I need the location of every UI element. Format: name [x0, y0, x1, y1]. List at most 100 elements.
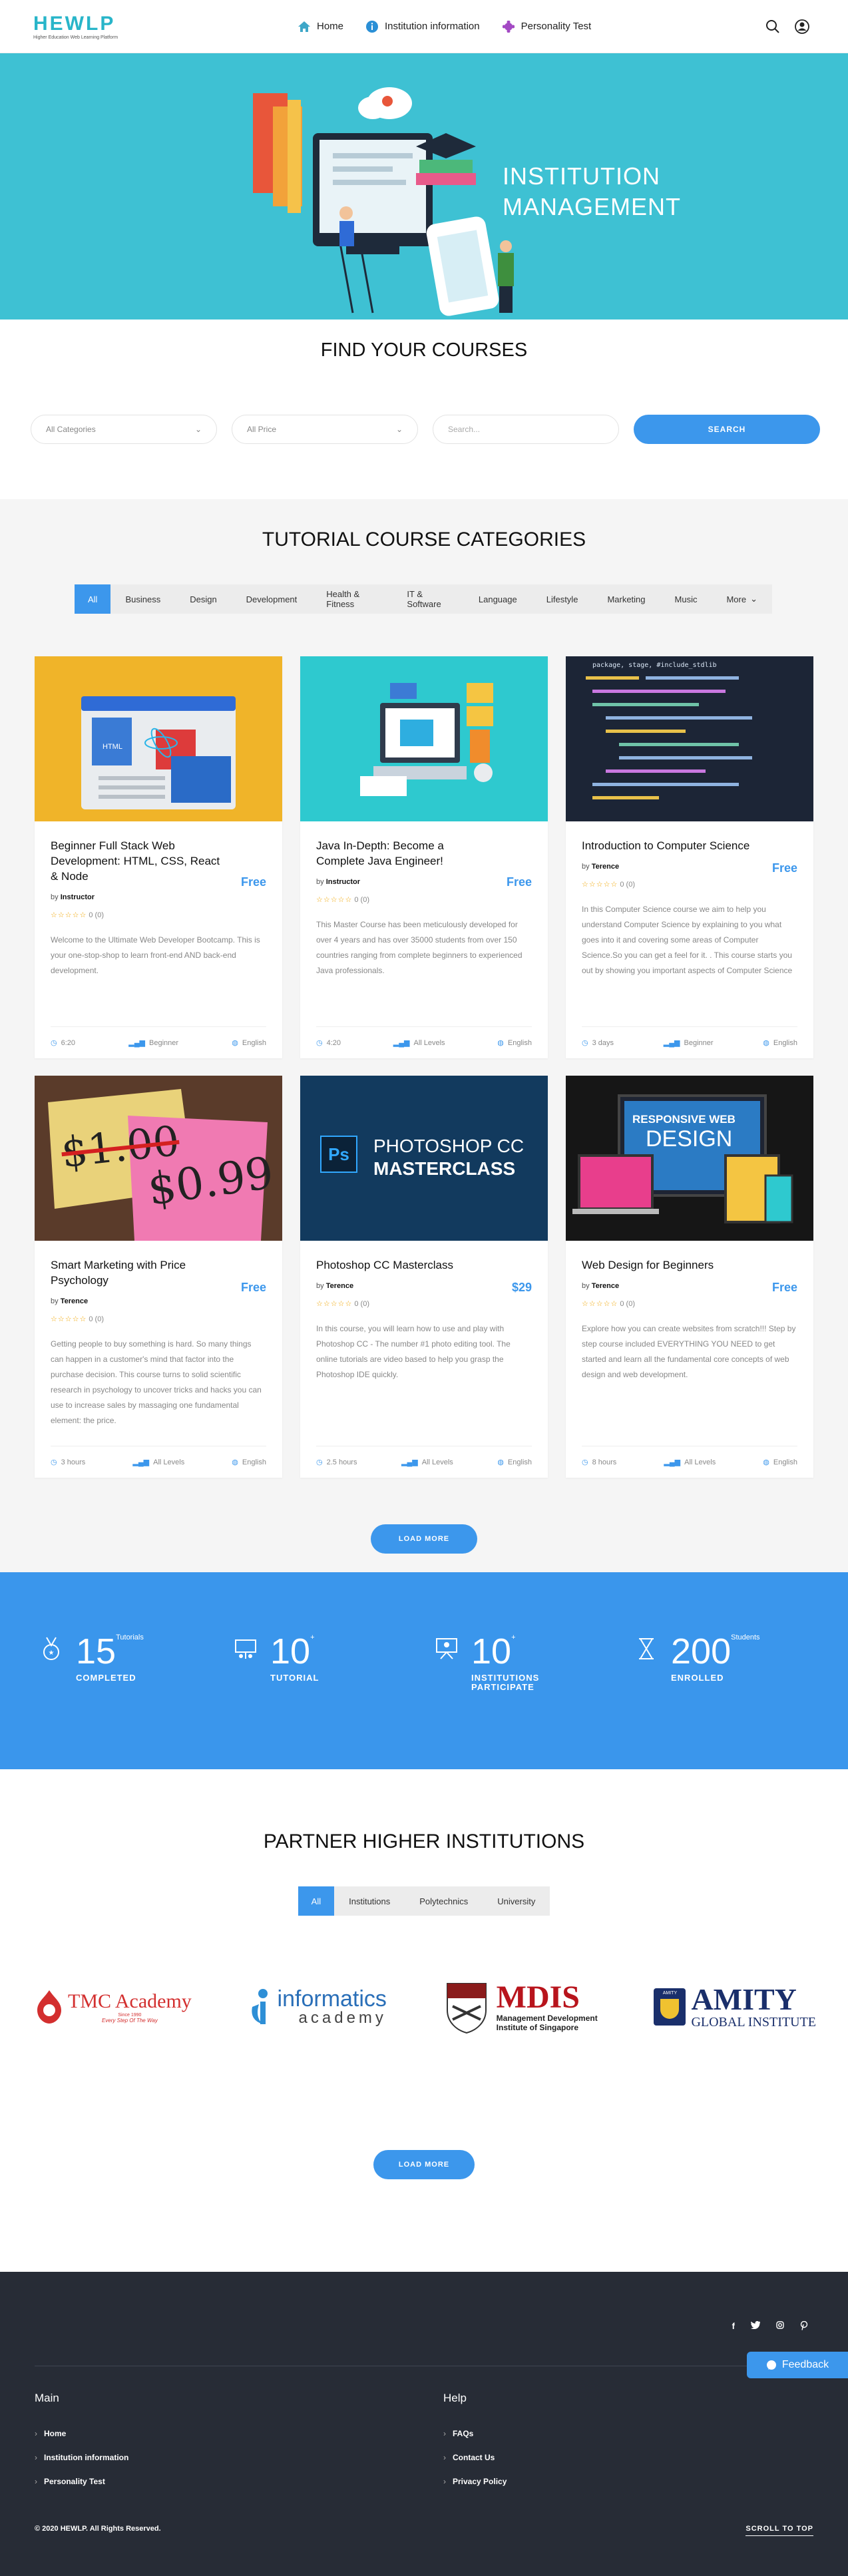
course-language: ◍ English: [232, 1038, 266, 1048]
hourglass-icon: [639, 1638, 654, 1659]
mdis-name: MDIS: [496, 1980, 580, 2015]
tutorial-title: TUTORIAL COURSE CATEGORIES: [262, 529, 586, 550]
mdis-logo[interactable]: MDIS Management Development Institute of…: [443, 1977, 598, 2037]
tab-university[interactable]: University: [483, 1886, 550, 1916]
duration-value: 6:20: [61, 1038, 76, 1047]
nav-institution-information[interactable]: Institution information: [366, 20, 480, 33]
twitter-icon[interactable]: [750, 2321, 761, 2332]
course-title[interactable]: Smart Marketing with Price Psychology: [51, 1257, 266, 1288]
course-level: ▂▄▆ Beginner: [128, 1038, 179, 1048]
tab-language[interactable]: Language: [464, 584, 532, 614]
html-badge: HTML: [103, 743, 122, 751]
footer-link-home[interactable]: › Home: [35, 2429, 128, 2438]
course-card[interactable]: $1.00 $0.99 Smart Marketing with Price P…: [35, 1076, 282, 1478]
tab-health-fitness[interactable]: Health & Fitness: [312, 584, 392, 614]
course-title[interactable]: Introduction to Computer Science: [582, 838, 797, 853]
course-card[interactable]: Java In-Depth: Become a Complete Java En…: [300, 656, 548, 1058]
site-logo[interactable]: HEWLP Higher Education Web Learning Plat…: [33, 13, 118, 40]
tab-lifestyle[interactable]: Lifestyle: [532, 584, 593, 614]
course-search-input[interactable]: Search...: [433, 415, 619, 444]
tab-institutions[interactable]: Institutions: [334, 1886, 405, 1916]
course-card[interactable]: RESPONSIVE WEB DESIGN Web Design for Beg…: [566, 1076, 813, 1478]
course-title[interactable]: Beginner Full Stack Web Development: HTM…: [51, 838, 266, 884]
course-duration: ◷ 6:20: [51, 1038, 76, 1048]
site-header: HEWLP Higher Education Web Learning Plat…: [0, 0, 848, 53]
instagram-icon[interactable]: [776, 2321, 784, 2332]
responsive-banner-line2: DESIGN: [646, 1126, 733, 1152]
course-thumbnail[interactable]: $1.00 $0.99: [35, 1076, 282, 1241]
footer-help-column: Help › FAQs › Contact Us › Privacy Policy: [443, 2392, 507, 2501]
load-more-courses-button[interactable]: LOAD MORE: [371, 1524, 477, 1554]
course-thumbnail[interactable]: package, stage, #include_stdlib: [566, 656, 813, 821]
tab-marketing[interactable]: Marketing: [592, 584, 660, 614]
pinterest-icon[interactable]: [800, 2320, 808, 2332]
level-value: Beginner: [149, 1038, 179, 1047]
language-value: English: [242, 1038, 266, 1047]
level-bars-icon: ▂▄▆: [663, 1039, 680, 1047]
price-select-value: All Price: [247, 425, 277, 434]
course-card[interactable]: HTML Beginner Full Stack Web Development…: [35, 656, 282, 1058]
rating-count: 0 (0): [354, 896, 369, 904]
course-price: Free: [771, 1281, 797, 1294]
clock-icon: ◷: [316, 1039, 323, 1047]
footer-link-institution[interactable]: › Institution information: [35, 2453, 128, 2462]
tab-all[interactable]: All: [75, 584, 111, 614]
footer-link-privacy[interactable]: › Privacy Policy: [443, 2477, 507, 2486]
course-card[interactable]: Ps PHOTOSHOP CC MASTERCLASS Photoshop CC…: [300, 1076, 548, 1478]
author-name: Terence: [591, 1282, 620, 1290]
footer-link-contact[interactable]: › Contact Us: [443, 2453, 507, 2462]
facebook-icon[interactable]: f: [732, 2321, 735, 2332]
search-button[interactable]: SEARCH: [634, 415, 820, 444]
course-level: ▂▄▆ All Levels: [664, 1458, 716, 1467]
course-thumbnail[interactable]: Ps PHOTOSHOP CC MASTERCLASS: [300, 1076, 548, 1241]
presentation-icon: [436, 1638, 457, 1659]
tab-business[interactable]: Business: [110, 584, 175, 614]
nav-home[interactable]: Home: [298, 21, 343, 32]
price-select[interactable]: All Price ⌄: [232, 415, 418, 444]
course-title[interactable]: Web Design for Beginners: [582, 1257, 797, 1273]
tab-music[interactable]: Music: [660, 584, 712, 614]
puzzle-icon: [502, 20, 515, 33]
tab-it-software[interactable]: IT & Software: [392, 584, 463, 614]
tab-all[interactable]: All: [298, 1886, 335, 1916]
scroll-to-top-link[interactable]: SCROLL TO TOP: [745, 2525, 813, 2536]
user-icon[interactable]: [795, 19, 809, 34]
clock-icon: ◷: [316, 1458, 323, 1466]
tab-design[interactable]: Design: [175, 584, 231, 614]
footer-link-label: Home: [44, 2429, 67, 2438]
categories-select[interactable]: All Categories ⌄: [31, 415, 217, 444]
tmc-name: TMC Academy: [68, 1990, 192, 2012]
language-value: English: [507, 1458, 532, 1466]
nav-personality-test[interactable]: Personality Test: [502, 20, 591, 33]
tmc-academy-logo[interactable]: TMC Academy Since 1990 Every Step Of The…: [35, 1977, 192, 2037]
course-meta: ◷ 2.5 hours ▂▄▆ All Levels ◍ English: [316, 1446, 532, 1478]
course-thumbnail[interactable]: RESPONSIVE WEB DESIGN: [566, 1076, 813, 1241]
footer-link-faqs[interactable]: › FAQs: [443, 2429, 507, 2438]
language-value: English: [773, 1038, 797, 1047]
course-thumbnail[interactable]: HTML: [35, 656, 282, 821]
star-rating-icon: ☆☆☆☆☆: [51, 911, 87, 919]
rating-count: 0 (0): [354, 1300, 369, 1308]
amity-name: AMITY: [691, 1982, 797, 2016]
tab-polytechnics[interactable]: Polytechnics: [405, 1886, 483, 1916]
course-card[interactable]: package, stage, #include_stdlib Introduc…: [566, 656, 813, 1058]
feedback-button[interactable]: Feedback: [747, 2352, 848, 2378]
load-more-partners-button[interactable]: LOAD MORE: [373, 2150, 475, 2179]
informatics-academy-logo[interactable]: informatics academy: [248, 1977, 387, 2037]
footer-link-personality[interactable]: › Personality Test: [35, 2477, 128, 2486]
course-language: ◍ English: [497, 1458, 532, 1467]
course-title[interactable]: Java In-Depth: Become a Complete Java En…: [316, 838, 532, 869]
tab-more[interactable]: More ⌄: [712, 584, 772, 614]
globe-icon: ◍: [497, 1458, 504, 1466]
course-thumbnail[interactable]: [300, 656, 548, 821]
tab-development[interactable]: Development: [232, 584, 312, 614]
course-title[interactable]: Photoshop CC Masterclass: [316, 1257, 532, 1273]
course-duration: ◷ 3 days: [582, 1038, 614, 1048]
chevron-right-icon: ›: [35, 2453, 37, 2462]
social-links: f: [732, 2320, 808, 2332]
amity-global-institute-logo[interactable]: AMITY AMITY GLOBAL INSTITUTE: [654, 1977, 816, 2037]
chevron-right-icon: ›: [443, 2429, 446, 2438]
informatics-sub: academy: [298, 2009, 387, 2027]
course-description: This Master Course has been meticulously…: [316, 920, 523, 975]
search-icon[interactable]: [765, 19, 780, 34]
